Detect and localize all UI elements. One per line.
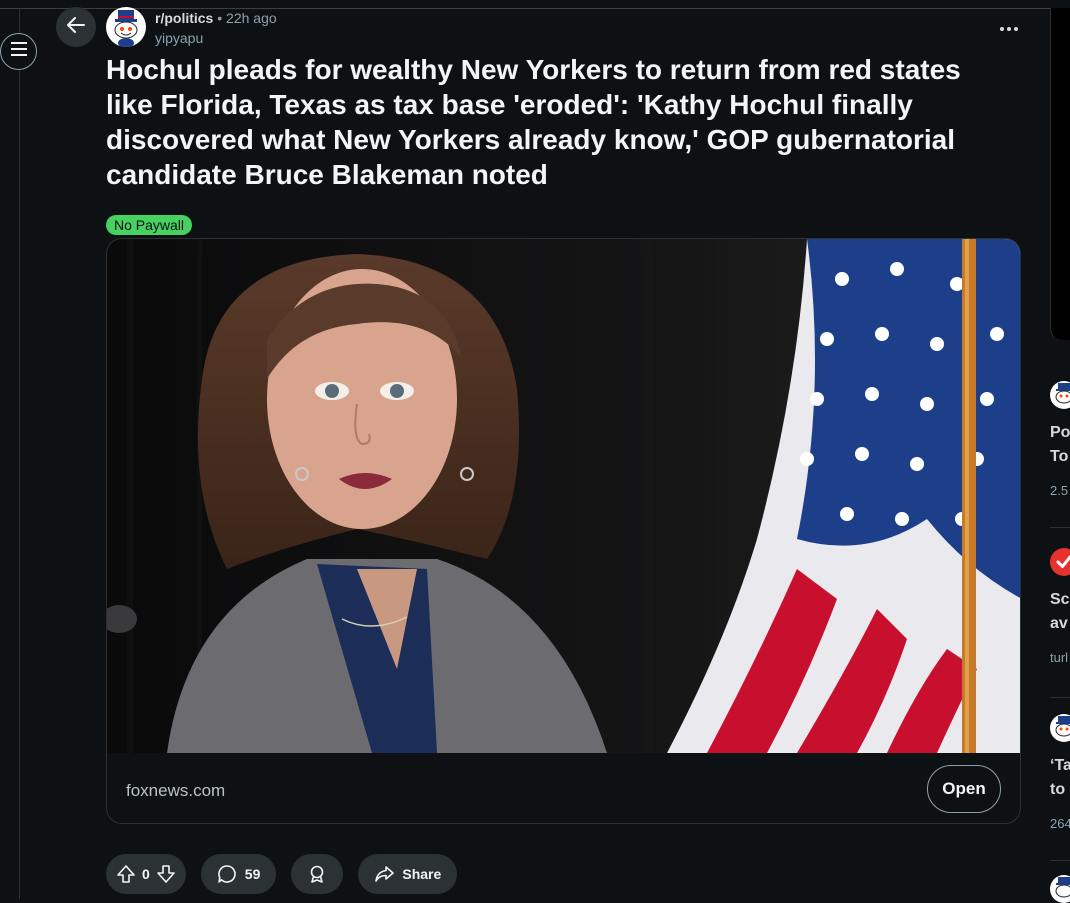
subreddit-link[interactable]: r/politics (155, 10, 213, 26)
post-action-bar: 0 59 Share (106, 854, 458, 894)
post-time: 22h ago (226, 10, 277, 26)
article-thumbnail[interactable] (107, 239, 1021, 753)
vote-count: 0 (142, 866, 150, 882)
related-post-meta: 2.5 (1050, 483, 1069, 498)
comment-count: 59 (244, 866, 261, 882)
related-post-meta: 264 (1050, 816, 1070, 831)
share-button[interactable]: Share (358, 854, 458, 894)
subreddit-avatar[interactable] (106, 7, 146, 47)
sidebar-divider (1050, 697, 1070, 698)
overflow-dots-icon (1000, 18, 1018, 36)
arrow-down-icon[interactable] (156, 864, 176, 884)
sidebar-divider (1050, 860, 1070, 861)
comments-button[interactable]: 59 (200, 854, 277, 894)
arrow-up-icon[interactable] (116, 864, 136, 884)
nav-menu-button[interactable] (0, 33, 37, 70)
related-post-title: Sc av (1050, 591, 1070, 632)
award-button[interactable] (291, 854, 344, 894)
meta-separator: • (217, 10, 223, 26)
share-arrow-icon (374, 864, 395, 884)
post-title[interactable]: Hochul pleads for wealthy New Yorkers to… (106, 52, 986, 192)
related-post-title: ‘Ta to (1050, 757, 1070, 798)
post-flair[interactable]: No Paywall (106, 215, 193, 235)
subreddit-avatar (1050, 714, 1070, 742)
related-post-meta: turl (1050, 650, 1069, 665)
post-author[interactable]: yipyapu (155, 29, 277, 47)
open-link-button[interactable]: Open (927, 765, 1001, 813)
related-post[interactable]: Sc av turl (1050, 548, 1070, 665)
related-post[interactable]: ‘Ta to 264 (1050, 714, 1070, 831)
top-divider (0, 0, 1070, 9)
left-rail-divider (19, 8, 20, 899)
right-sidebar-panel (1050, 8, 1070, 340)
related-post-title: Po To (1050, 424, 1070, 465)
checkmark-icon (1050, 548, 1070, 576)
share-label: Share (402, 866, 442, 882)
speech-bubble-icon (217, 864, 237, 884)
back-button[interactable] (56, 7, 96, 47)
sidebar-divider (1050, 527, 1070, 528)
subreddit-avatar (1050, 381, 1070, 409)
vote-control: 0 (106, 854, 186, 894)
arrow-left-icon (67, 16, 85, 38)
award-icon (307, 864, 327, 884)
link-preview-card[interactable]: foxnews.com Open (106, 238, 1021, 824)
hamburger-icon (10, 42, 27, 61)
link-card-footer: foxnews.com Open (107, 753, 1020, 823)
link-domain[interactable]: foxnews.com (126, 781, 225, 801)
more-options-button[interactable] (996, 16, 1022, 38)
post-meta: r/politics • 22h ago yipyapu (155, 9, 277, 47)
related-post[interactable]: Po To 2.5 (1050, 381, 1070, 498)
